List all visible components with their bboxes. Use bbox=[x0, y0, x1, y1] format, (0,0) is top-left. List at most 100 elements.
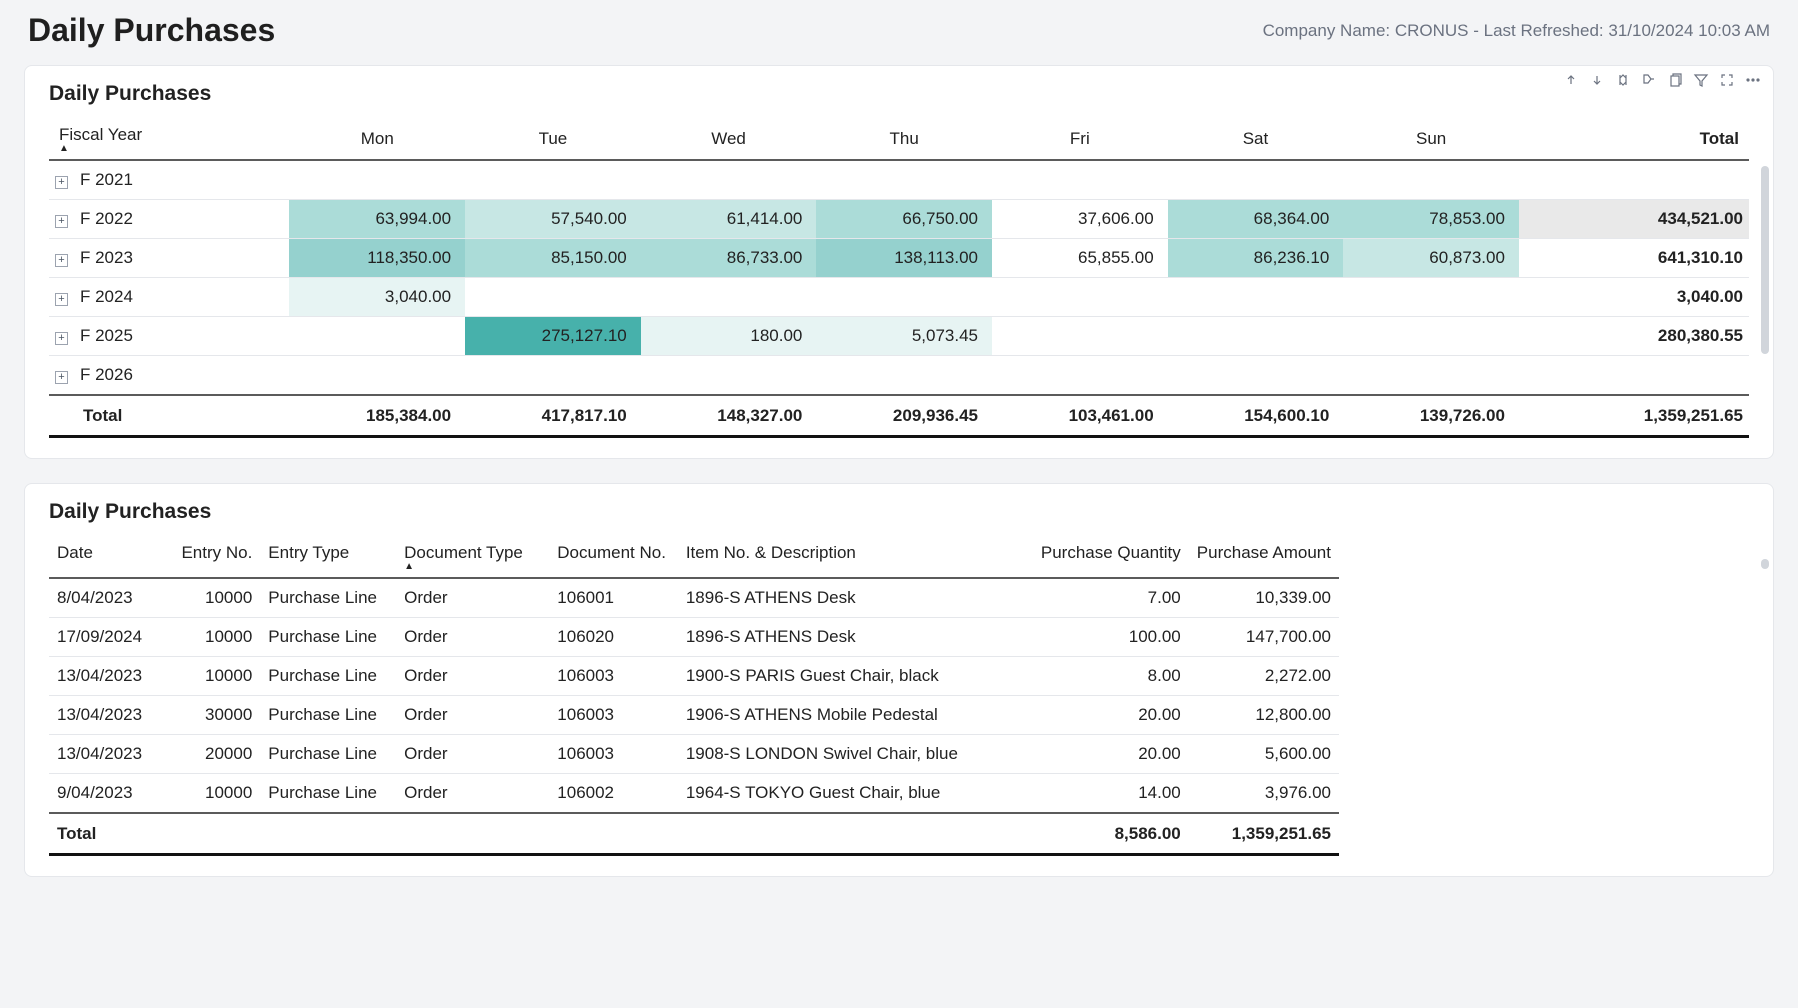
matrix-row-f2021: + F 2021 bbox=[49, 160, 1749, 200]
totals-amt: 1,359,251.65 bbox=[1189, 813, 1339, 855]
col-doc-type[interactable]: Document Type ▲ bbox=[396, 534, 549, 578]
col-item[interactable]: Item No. & Description bbox=[678, 534, 1033, 578]
table-row[interactable]: 17/09/202410000Purchase LineOrder1060201… bbox=[49, 618, 1339, 657]
filter-icon[interactable] bbox=[1693, 72, 1709, 88]
table-row[interactable]: 13/04/202310000Purchase LineOrder1060031… bbox=[49, 657, 1339, 696]
cell-qty: 100.00 bbox=[1033, 618, 1189, 657]
detail-table: Date Entry No. Entry Type Document Type … bbox=[49, 534, 1339, 856]
cell-entry-no: 20000 bbox=[171, 735, 260, 774]
row-total: 641,310.10 bbox=[1519, 239, 1749, 278]
cell-doc-no: 106003 bbox=[549, 735, 678, 774]
drill-up-icon[interactable] bbox=[1563, 72, 1579, 88]
cell-entry-type: Purchase Line bbox=[260, 657, 396, 696]
total-mon: 185,384.00 bbox=[289, 395, 465, 437]
matrix-card: Daily Purchases Fiscal Year ▲ Mon Tue We… bbox=[24, 65, 1774, 459]
detail-header-row: Date Entry No. Entry Type Document Type … bbox=[49, 534, 1339, 578]
expand-icon[interactable]: + bbox=[55, 293, 68, 306]
cell: 66,750.00 bbox=[816, 200, 992, 239]
col-qty[interactable]: Purchase Quantity bbox=[1033, 534, 1189, 578]
matrix-row-f2022: +F 2022 63,994.00 57,540.00 61,414.00 66… bbox=[49, 200, 1749, 239]
cell: 68,364.00 bbox=[1168, 200, 1344, 239]
col-total[interactable]: Total bbox=[1519, 116, 1749, 160]
col-fri[interactable]: Fri bbox=[992, 116, 1168, 160]
row-label: F 2024 bbox=[80, 287, 133, 306]
cell-item: 1900-S PARIS Guest Chair, black bbox=[678, 657, 1033, 696]
total-tue: 417,817.10 bbox=[465, 395, 641, 437]
row-label: F 2026 bbox=[80, 365, 133, 384]
cell-item: 1906-S ATHENS Mobile Pedestal bbox=[678, 696, 1033, 735]
totals-label: Total bbox=[49, 813, 171, 855]
expand-icon[interactable]: + bbox=[55, 215, 68, 228]
scrollbar-thumb[interactable] bbox=[1761, 166, 1769, 354]
col-fiscal-year[interactable]: Fiscal Year ▲ bbox=[49, 116, 289, 160]
expand-icon[interactable]: + bbox=[55, 254, 68, 267]
matrix-header-row: Fiscal Year ▲ Mon Tue Wed Thu Fri Sat Su… bbox=[49, 116, 1749, 160]
cell: 86,733.00 bbox=[641, 239, 817, 278]
scrollbar-thumb[interactable] bbox=[1761, 559, 1769, 569]
cell-qty: 20.00 bbox=[1033, 735, 1189, 774]
matrix-totals-row: Total 185,384.00 417,817.10 148,327.00 2… bbox=[49, 395, 1749, 437]
total-sun: 139,726.00 bbox=[1343, 395, 1519, 437]
page-title: Daily Purchases bbox=[28, 12, 275, 49]
col-wed[interactable]: Wed bbox=[641, 116, 817, 160]
next-level-icon[interactable] bbox=[1641, 72, 1657, 88]
row-total: 434,521.00 bbox=[1519, 200, 1749, 239]
matrix-row-f2025: +F 2025 275,127.10 180.00 5,073.45 280,3… bbox=[49, 317, 1749, 356]
expand-icon[interactable]: + bbox=[55, 176, 68, 189]
matrix-row-f2024: +F 2024 3,040.00 3,040.00 bbox=[49, 278, 1749, 317]
cell-date: 13/04/2023 bbox=[49, 657, 171, 696]
cell-entry-no: 10000 bbox=[171, 618, 260, 657]
col-thu[interactable]: Thu bbox=[816, 116, 992, 160]
cell-doc-type: Order bbox=[396, 578, 549, 618]
grand-total: 1,359,251.65 bbox=[1519, 395, 1749, 437]
cell-doc-no: 106001 bbox=[549, 578, 678, 618]
cell: 85,150.00 bbox=[465, 239, 641, 278]
cell-date: 13/04/2023 bbox=[49, 735, 171, 774]
fiscal-year-label: Fiscal Year bbox=[59, 125, 142, 144]
col-doc-no[interactable]: Document No. bbox=[549, 534, 678, 578]
expand-icon[interactable]: + bbox=[55, 332, 68, 345]
card-toolbar bbox=[1563, 72, 1761, 88]
cell-item: 1896-S ATHENS Desk bbox=[678, 578, 1033, 618]
cell: 3,040.00 bbox=[289, 278, 465, 317]
total-sat: 154,600.10 bbox=[1168, 395, 1344, 437]
table-row[interactable]: 13/04/202330000Purchase LineOrder1060031… bbox=[49, 696, 1339, 735]
row-label: F 2021 bbox=[80, 170, 133, 189]
total-wed: 148,327.00 bbox=[641, 395, 817, 437]
table-row[interactable]: 8/04/202310000Purchase LineOrder10600118… bbox=[49, 578, 1339, 618]
col-entry-no[interactable]: Entry No. bbox=[171, 534, 260, 578]
col-sun[interactable]: Sun bbox=[1343, 116, 1519, 160]
more-icon[interactable] bbox=[1745, 72, 1761, 88]
detail-totals-row: Total8,586.001,359,251.65 bbox=[49, 813, 1339, 855]
matrix-table: Fiscal Year ▲ Mon Tue Wed Thu Fri Sat Su… bbox=[49, 116, 1749, 438]
expand-hierarchy-icon[interactable] bbox=[1615, 72, 1631, 88]
table-row[interactable]: 13/04/202320000Purchase LineOrder1060031… bbox=[49, 735, 1339, 774]
cell-doc-no: 106002 bbox=[549, 774, 678, 814]
cell-entry-type: Purchase Line bbox=[260, 696, 396, 735]
cell-entry-type: Purchase Line bbox=[260, 578, 396, 618]
col-date[interactable]: Date bbox=[49, 534, 171, 578]
expand-icon[interactable]: + bbox=[55, 371, 68, 384]
cell-date: 17/09/2024 bbox=[49, 618, 171, 657]
detail-card: Daily Purchases Date Entry No. Entry Typ… bbox=[24, 483, 1774, 877]
focus-icon[interactable] bbox=[1719, 72, 1735, 88]
cell: 180.00 bbox=[641, 317, 817, 356]
cell-amt: 2,272.00 bbox=[1189, 657, 1339, 696]
cell-entry-no: 10000 bbox=[171, 578, 260, 618]
cell-doc-type: Order bbox=[396, 735, 549, 774]
drill-down-icon[interactable] bbox=[1589, 72, 1605, 88]
cell: 78,853.00 bbox=[1343, 200, 1519, 239]
cell-date: 13/04/2023 bbox=[49, 696, 171, 735]
row-total: 280,380.55 bbox=[1519, 317, 1749, 356]
cell-date: 8/04/2023 bbox=[49, 578, 171, 618]
col-mon[interactable]: Mon bbox=[289, 116, 465, 160]
cell: 61,414.00 bbox=[641, 200, 817, 239]
cell: 65,855.00 bbox=[992, 239, 1168, 278]
col-sat[interactable]: Sat bbox=[1168, 116, 1344, 160]
doc-type-label: Document Type bbox=[404, 543, 523, 562]
table-row[interactable]: 9/04/202310000Purchase LineOrder10600219… bbox=[49, 774, 1339, 814]
copy-icon[interactable] bbox=[1667, 72, 1683, 88]
col-entry-type[interactable]: Entry Type bbox=[260, 534, 396, 578]
col-amt[interactable]: Purchase Amount bbox=[1189, 534, 1339, 578]
col-tue[interactable]: Tue bbox=[465, 116, 641, 160]
